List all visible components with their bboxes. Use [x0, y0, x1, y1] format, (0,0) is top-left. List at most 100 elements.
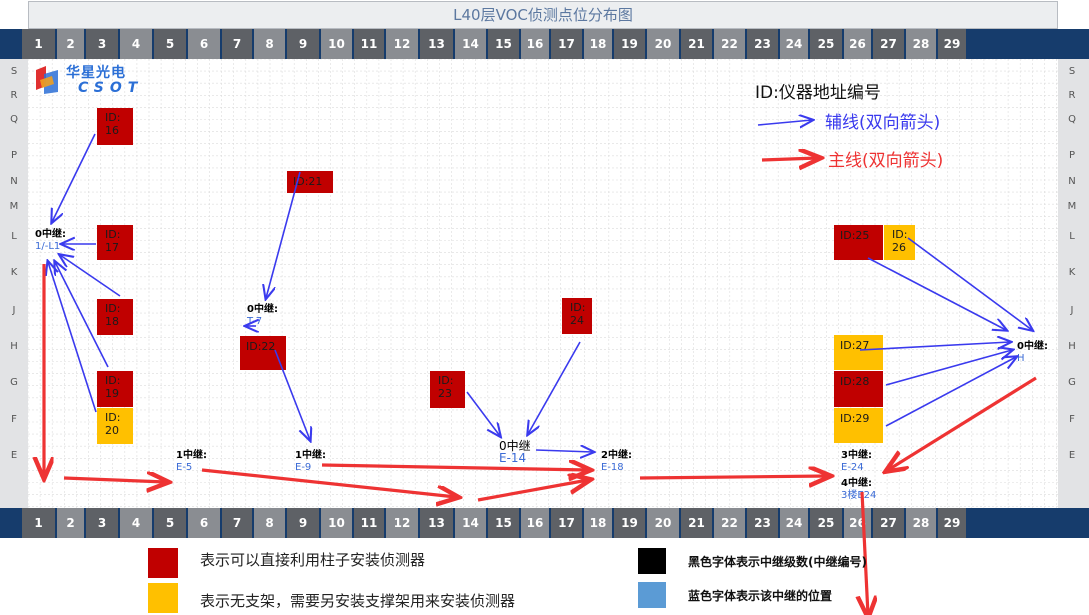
- legend-black-desc: 黑色字体表示中继级数(中继编号): [688, 555, 867, 569]
- detector-id-number: 23: [438, 387, 452, 400]
- legend-yellow-desc: 表示无支架，需要另安装支撑架用来安装侦测器: [200, 592, 516, 610]
- relay-label: 0中继: H: [1017, 341, 1048, 365]
- detector-box-column: ID:21: [287, 171, 333, 193]
- column-number: 3: [86, 29, 118, 59]
- relay-level: 0中继:: [1017, 341, 1048, 352]
- detector-box-column: ID: 19: [97, 371, 133, 407]
- column-number: 12: [386, 508, 418, 538]
- relay-level: 0中继:: [247, 304, 278, 315]
- detector-id-label: ID:27: [840, 339, 870, 352]
- legend-red-swatch: [148, 548, 178, 578]
- relay-label: 4中继: 3楼E24: [841, 478, 876, 502]
- row-letter: G: [10, 377, 18, 388]
- detector-id-label: ID:22: [246, 340, 276, 353]
- column-number: 8: [254, 29, 285, 59]
- detector-id-label: ID:: [892, 228, 908, 241]
- column-number: 25: [810, 29, 842, 59]
- row-letter: G: [1068, 377, 1076, 388]
- relay-level: 1中继:: [295, 450, 326, 461]
- detector-box-column: ID: 18: [97, 299, 133, 335]
- relay-label: 1中继: E-9: [295, 450, 326, 474]
- relay-location: 1/-L1: [35, 241, 61, 252]
- column-number: 26: [844, 508, 871, 538]
- row-letter: E: [10, 450, 18, 461]
- row-axis-left: S R Q P N M L K J H G F E: [0, 59, 28, 508]
- column-number: 1: [22, 508, 55, 538]
- relay-label: 0中继 E-14: [499, 440, 531, 464]
- detector-box-column: ID:28: [834, 371, 883, 407]
- detector-id-label: ID:: [438, 374, 454, 387]
- row-letter: E: [1068, 450, 1076, 461]
- column-number: 20: [647, 29, 679, 59]
- column-number: 2: [57, 508, 84, 538]
- column-number: 28: [906, 29, 936, 59]
- relay-location: E-18: [601, 462, 624, 473]
- relay-location: E-24: [841, 462, 864, 473]
- legend-red-desc: 表示可以直接利用柱子安装侦测器: [200, 551, 426, 569]
- row-letter: P: [10, 150, 18, 161]
- column-axis-bottom: 1 2 3 4 5 6 7 8 9 10 11 12 13 14 15 16 17 18 19 20 21 22 23 24 2…: [0, 508, 1089, 538]
- row-letter: Q: [10, 114, 18, 125]
- column-number: 4: [120, 508, 152, 538]
- column-number: 4: [120, 29, 152, 59]
- column-number: 15: [488, 29, 519, 59]
- detector-id-label: ID:25: [840, 229, 870, 242]
- legend-main-line: 主线(双向箭头): [828, 151, 944, 171]
- column-number: 5: [154, 508, 186, 538]
- column-number: 28: [906, 508, 936, 538]
- row-letter: Q: [1068, 114, 1076, 125]
- column-number: 24: [780, 508, 808, 538]
- detector-id-label: ID:: [105, 228, 121, 241]
- column-number: 6: [188, 508, 220, 538]
- column-number: 19: [614, 29, 645, 59]
- column-number: 16: [521, 29, 549, 59]
- column-number: 29: [938, 29, 966, 59]
- relay-label: 2中继: E-18: [601, 450, 632, 474]
- column-number: 7: [222, 508, 252, 538]
- detector-id-label: ID:: [105, 411, 121, 424]
- detector-box-bracket: ID: 26: [884, 225, 915, 260]
- column-number: 23: [747, 29, 778, 59]
- detector-id-label: ID:29: [840, 412, 870, 425]
- row-letter: M: [9, 201, 19, 212]
- column-number: 23: [747, 508, 778, 538]
- detector-id-number: 26: [892, 241, 906, 254]
- row-letter: K: [10, 267, 18, 278]
- column-number: 17: [551, 508, 582, 538]
- relay-label: 0中继: 1/-L1: [35, 229, 66, 253]
- legend-yellow-swatch: [148, 583, 178, 613]
- column-number: 15: [488, 508, 519, 538]
- column-number: 21: [681, 508, 712, 538]
- logo-text-en: CSOT: [78, 80, 144, 96]
- row-letter: N: [10, 176, 18, 187]
- detector-id-number: 19: [105, 387, 119, 400]
- column-number: 18: [584, 508, 612, 538]
- relay-location: E-9: [295, 462, 312, 473]
- detector-id-number: 18: [105, 315, 119, 328]
- detector-box-column: ID:22: [240, 336, 286, 370]
- legend-id-desc: ID:仪器地址编号: [755, 83, 881, 103]
- column-number: 5: [154, 29, 186, 59]
- column-number: 26: [844, 29, 871, 59]
- relay-label: 0中继: T-7: [247, 304, 278, 328]
- relay-label: 3中继: E-24: [841, 450, 872, 474]
- row-letter: H: [1068, 341, 1076, 352]
- logo-text-cn: 华星光电: [66, 65, 126, 81]
- column-number: 16: [521, 508, 549, 538]
- detector-id-number: 17: [105, 241, 119, 254]
- row-letter: R: [10, 90, 18, 101]
- legend-aux-line: 辅线(双向箭头): [825, 113, 941, 133]
- relay-location: H: [1017, 353, 1025, 364]
- column-number: 11: [354, 508, 384, 538]
- column-number: 14: [455, 29, 486, 59]
- column-number: 11: [354, 29, 384, 59]
- row-axis-right: S R Q P N M L K J H G F E: [1058, 59, 1089, 508]
- detector-box-column: ID: 16: [97, 108, 133, 145]
- row-letter: F: [11, 414, 17, 425]
- column-number: 13: [420, 29, 453, 59]
- row-letter: S: [1068, 66, 1076, 77]
- row-letter: L: [11, 231, 17, 242]
- row-letter: P: [1068, 150, 1076, 161]
- detector-box-bracket: ID:29: [834, 408, 883, 443]
- row-letter: J: [1070, 305, 1074, 316]
